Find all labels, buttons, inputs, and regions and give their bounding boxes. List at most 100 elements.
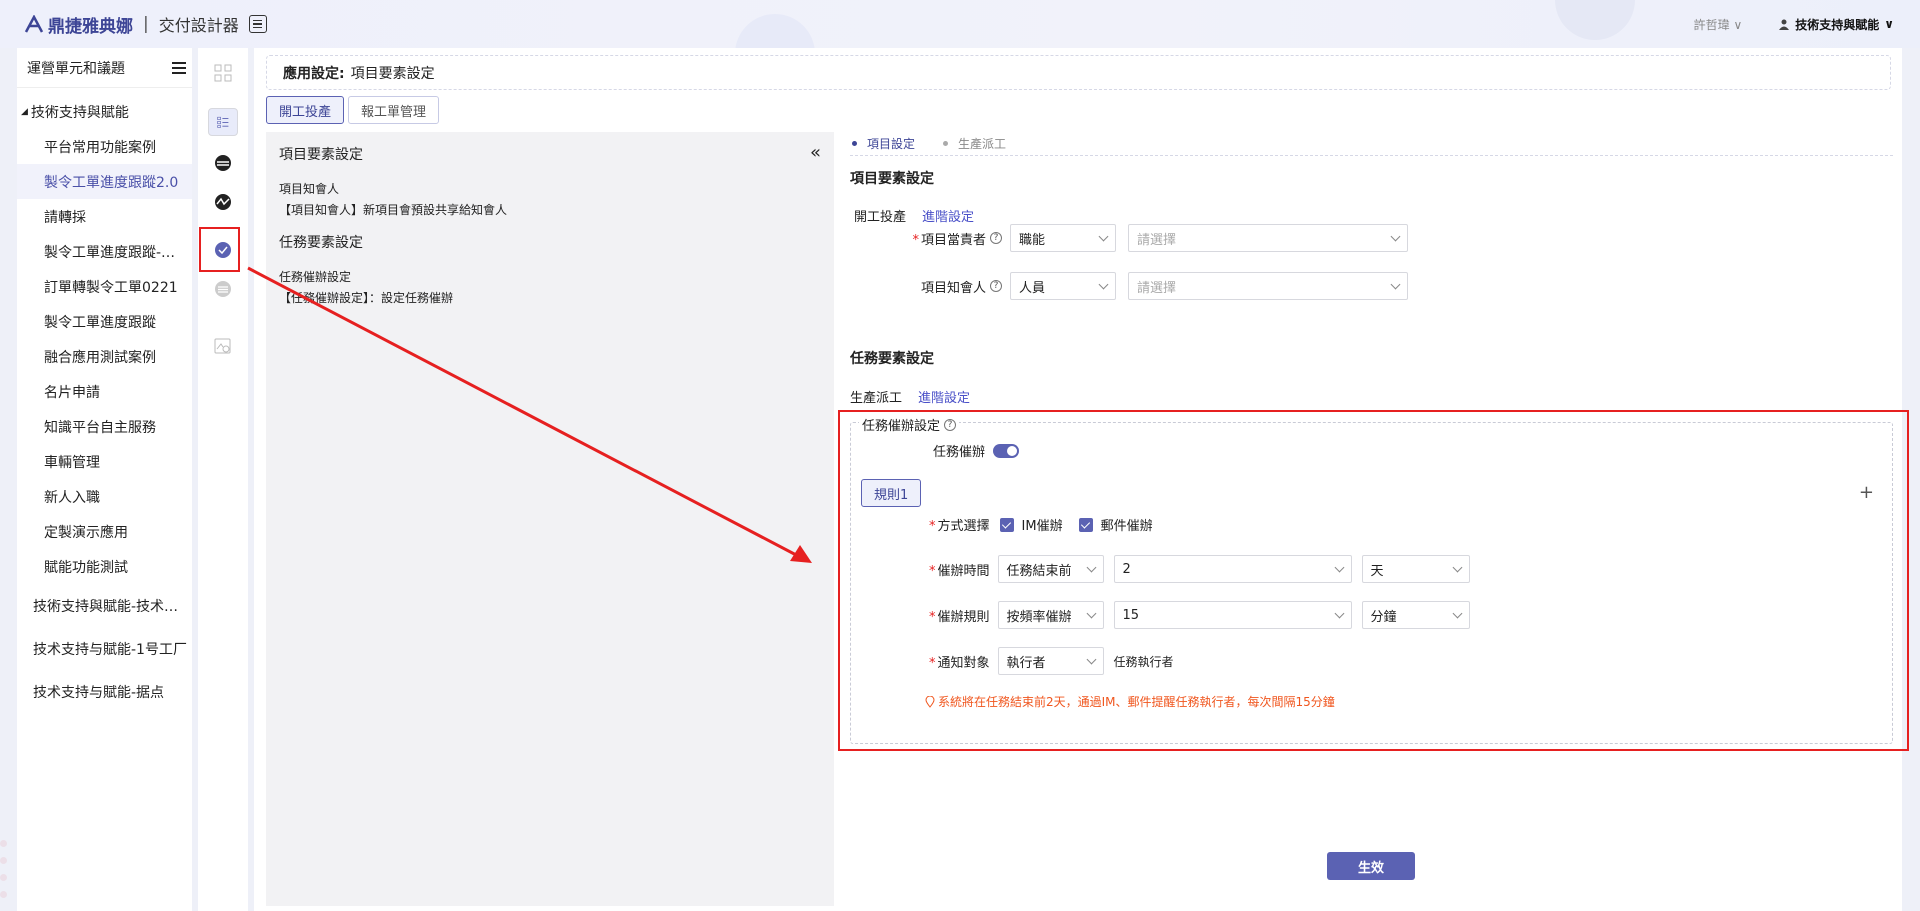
urge-time-when-select[interactable]: 任務結束前 [997, 555, 1104, 583]
tree-item[interactable]: 製令工單進度跟蹤-… [17, 234, 192, 269]
urge-time-amount-select[interactable]: 2 [1113, 555, 1352, 583]
urge-rule-interval-select[interactable]: 15 [1113, 601, 1352, 629]
target-label: * 通知對象 [929, 655, 990, 671]
project-sub-label: 開工投產 [854, 210, 907, 225]
notifier-row: 項目知會人 ? 人員 請選擇 [906, 272, 1408, 300]
tree-item[interactable]: 知識平台自主服務 [17, 409, 192, 444]
target-select[interactable]: 執行者 [997, 647, 1104, 675]
breadcrumb: 應用設定: 項目要素設定 [266, 55, 1891, 90]
chevron-down-icon [1390, 231, 1401, 241]
im-urge-label: IM催辦 [1021, 519, 1063, 534]
tool-icon-column [198, 48, 248, 911]
plus-icon[interactable]: + [1859, 482, 1874, 503]
menu-circle-icon[interactable] [208, 274, 238, 304]
step-label: 項目設定 [867, 137, 916, 151]
user-menu[interactable]: 許哲瑋 ∨ [1694, 16, 1743, 33]
image-settings-icon[interactable] [208, 331, 238, 361]
help-icon[interactable]: ? [944, 418, 957, 431]
tab-start-production[interactable]: 開工投產 [266, 96, 345, 124]
tree-item[interactable]: 車輛管理 [17, 444, 192, 479]
tree-top-item[interactable]: 技術支持與賦能-技术… [17, 584, 192, 627]
urge-settings-box: 任務催辦設定? 任務催辦 規則1 + * 方式選擇 IM催辦 郵件催辦 * 催辦時間… [850, 415, 1893, 744]
activity-icon[interactable] [208, 187, 238, 217]
urge-hint-text: 系統將在任務結束前2天，通過IM、郵件提醒任務執行者，每次間隔15分鐘 [938, 695, 1335, 709]
urge-rule-row: * 催辦規則 按頻率催辦 15 分鐘 [929, 601, 1470, 629]
tree-root-item[interactable]: ◢ 技術支持與賦能 [17, 94, 192, 129]
target-value: 執行者 [1006, 655, 1046, 671]
app-logo[interactable]: 鼎捷雅典娜 | 交付設計器 [24, 12, 267, 37]
tree-item[interactable]: 名片申請 [17, 374, 192, 409]
step-production-dispatch[interactable]: 生產派工 [943, 135, 1006, 152]
owner-type-select[interactable]: 職能 [1010, 224, 1116, 252]
main-content: 應用設定: 項目要素設定 開工投產 報工單管理 « 項目要素設定 項目知會人 【… [254, 48, 1909, 911]
chevron-down-icon [1334, 608, 1344, 618]
help-icon[interactable]: ? [990, 232, 1002, 244]
urge-toggle-label: 任務催辦 [933, 445, 986, 460]
breadcrumb-prefix: 應用設定: [283, 65, 345, 82]
tree-item[interactable]: 新人入職 [17, 479, 192, 514]
owner-row: * 項目當責者 ? 職能 請選擇 [906, 224, 1408, 252]
background-decoration [1555, 0, 1635, 40]
urge-rule-interval-value: 15 [1122, 607, 1140, 623]
task-sub-label: 生產派工 [850, 391, 903, 406]
chevron-down-icon [1452, 608, 1462, 618]
urge-rule-unit-select[interactable]: 分鐘 [1361, 601, 1470, 629]
task-sub-header: 生產派工 進階設定 [850, 387, 970, 406]
summary-notify-text: 【項目知會人】新項目會預設共享給知會人 [279, 203, 508, 217]
pie-chart-icon[interactable] [208, 148, 238, 178]
urge-toggle[interactable] [993, 443, 1020, 458]
help-icon[interactable]: ? [990, 280, 1002, 292]
user-name: 許哲瑋 [1693, 17, 1730, 32]
step-project-settings[interactable]: 項目設定 [852, 135, 915, 152]
sidebar-header: 運營單元和議題 [17, 48, 192, 88]
menu-icon[interactable] [172, 61, 186, 74]
notifier-type-select[interactable]: 人員 [1010, 272, 1116, 300]
annotation-highlight-box [199, 227, 240, 272]
tree-item-active[interactable]: 製令工單進度跟蹤2.0 [17, 164, 192, 199]
owner-label: * 項目當責者 [912, 232, 986, 248]
chevron-down-icon [1334, 562, 1344, 572]
task-advanced-link[interactable]: 進階設定 [918, 387, 970, 406]
tree-item[interactable]: 融合應用測試案例 [17, 339, 192, 374]
grid-icon[interactable] [208, 58, 238, 88]
im-urge-checkbox[interactable]: IM催辦 [999, 515, 1063, 534]
rule-tab[interactable]: 規則1 [861, 479, 922, 507]
tree-item[interactable]: 定製演示應用 [17, 514, 192, 549]
tree-top-item[interactable]: 技术支持与賦能-据点 [17, 670, 192, 713]
summary-project-title: 項目要素設定 [279, 147, 363, 163]
brand-name: 鼎捷雅典娜 [48, 16, 133, 37]
owner-select[interactable]: 請選擇 [1128, 224, 1408, 252]
urge-hint: 系統將在任務結束前2天，通過IM、郵件提醒任務執行者，每次間隔15分鐘 [925, 693, 1335, 710]
project-advanced-link[interactable]: 進階設定 [922, 206, 974, 225]
tree-item[interactable]: 平台常用功能案例 [17, 129, 192, 164]
tab-report-management[interactable]: 報工單管理 [348, 96, 440, 124]
notifier-select[interactable]: 請選擇 [1128, 272, 1408, 300]
top-bar: 鼎捷雅典娜 | 交付設計器 許哲瑋 ∨ 技術支持與賦能 ∨ [0, 0, 1920, 94]
tree-item[interactable]: 賦能功能測試 [17, 549, 192, 584]
list-toggle-icon[interactable] [248, 15, 267, 33]
summary-task-title: 任務要素設定 [279, 235, 363, 251]
chevron-down-icon [1086, 562, 1096, 572]
product-name: 交付設計器 [158, 16, 239, 35]
summary-notify-label: 項目知會人 [279, 182, 340, 196]
apply-button[interactable]: 生效 [1327, 852, 1415, 880]
tree-item[interactable]: 製令工單進度跟蹤 [17, 304, 192, 339]
tree-item[interactable]: 請轉採 [17, 199, 192, 234]
org-menu[interactable]: 技術支持與賦能 ∨ [1778, 16, 1894, 33]
urge-rule-label: * 催辦規則 [929, 609, 990, 625]
chevron-down-icon [1098, 231, 1109, 241]
list-settings-icon[interactable] [208, 108, 238, 136]
notifier-type-value: 人員 [1019, 280, 1046, 296]
urge-time-when-value: 任務結束前 [1006, 563, 1072, 579]
urge-rule-mode-select[interactable]: 按頻率催辦 [997, 601, 1104, 629]
chevron-down-icon [1098, 279, 1109, 289]
tree-top-item[interactable]: 技术支持与賦能-1号工厂 [17, 627, 192, 670]
mail-urge-checkbox[interactable]: 郵件催辦 [1078, 515, 1153, 534]
collapse-icon[interactable]: « [810, 142, 821, 163]
summary-pane: « 項目要素設定 項目知會人 【項目知會人】新項目會預設共享給知會人 任務要素設… [266, 132, 834, 906]
notifier-label: 項目知會人 [920, 280, 986, 296]
logo-icon [24, 15, 44, 33]
urge-time-unit-select[interactable]: 天 [1361, 555, 1470, 583]
urge-box-title: 任務催辦設定? [859, 415, 960, 434]
tree-item[interactable]: 訂單轉製令工單0221 [17, 269, 192, 304]
